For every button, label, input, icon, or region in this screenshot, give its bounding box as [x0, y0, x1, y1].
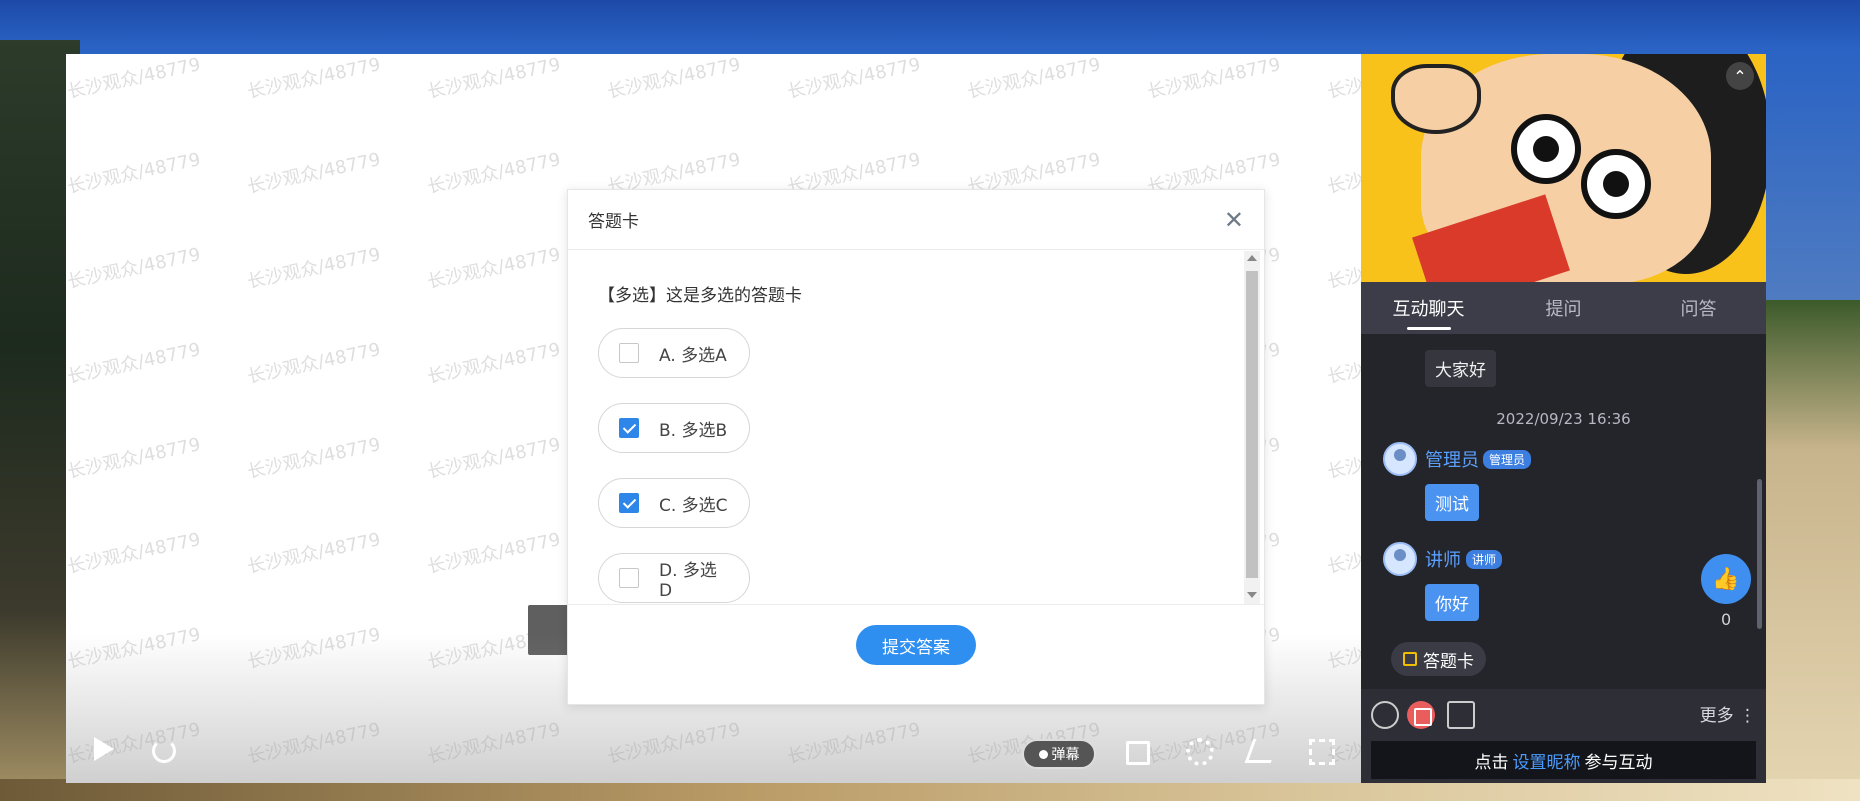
watermark-text: 长沙观众/48779 — [66, 339, 203, 388]
modal-body: 【多选】这是多选的答题卡 A. 多选A B. 多选B C. 多选C D. 多选D — [568, 251, 1264, 604]
chat-message: 大家好 — [1425, 350, 1496, 387]
more-label: 更多 — [1699, 706, 1734, 726]
watermark-text: 长沙观众/48779 — [425, 149, 563, 198]
scroll-down-icon[interactable] — [1247, 592, 1257, 598]
modal-footer: 提交答案 — [568, 604, 1264, 706]
close-icon[interactable]: ✕ — [1224, 208, 1244, 232]
side-tabs: 互动聊天 提问 问答 — [1361, 282, 1766, 334]
modal-header: 答题卡 ✕ — [568, 190, 1264, 250]
settings-gear-icon[interactable] — [1186, 738, 1214, 766]
watermark-text: 长沙观众/48779 — [66, 244, 203, 293]
tab-interactive-chat[interactable]: 互动聊天 — [1361, 282, 1496, 334]
option-a-label: A. 多选A — [659, 345, 727, 366]
join-interaction-bar[interactable]: 点击 设置昵称 参与互动 — [1371, 741, 1756, 779]
checkbox-a[interactable] — [619, 343, 639, 363]
lecturer-badge: 讲师 — [1466, 550, 1503, 569]
modal-scrollbar[interactable] — [1244, 251, 1260, 604]
admin-badge: 管理员 — [1483, 450, 1532, 469]
emoji-icon[interactable] — [1371, 701, 1399, 729]
checkbox-d[interactable] — [619, 568, 639, 588]
note-icon — [1403, 652, 1417, 666]
submit-answer-button[interactable]: 提交答案 — [856, 625, 976, 665]
avatar — [1383, 542, 1417, 576]
play-icon[interactable] — [94, 737, 114, 761]
refresh-icon[interactable] — [152, 739, 176, 763]
watermark-text: 长沙观众/48779 — [245, 244, 383, 293]
lecturer-video-thumbnail: ⌃ — [1361, 54, 1766, 282]
cartoon-hand — [1391, 64, 1481, 134]
option-b[interactable]: B. 多选B — [598, 403, 750, 453]
chat-scrollbar[interactable] — [1757, 479, 1762, 629]
watermark-text: 长沙观众/48779 — [245, 434, 383, 483]
like-button[interactable]: 👍 — [1701, 554, 1751, 604]
danmu-label: 弹幕 — [1051, 747, 1080, 763]
watermark-text: 长沙观众/48779 — [1325, 244, 1361, 293]
like-count: 0 — [1721, 610, 1732, 629]
scroll-up-icon[interactable] — [1247, 255, 1257, 261]
checkbox-b[interactable] — [619, 418, 639, 438]
watermark-text: 长沙观众/48779 — [425, 529, 563, 578]
watermark-text: 长沙观众/48779 — [1145, 54, 1283, 103]
danmu-toggle[interactable]: 弹幕 — [1022, 739, 1096, 769]
watermark-text: 长沙观众/48779 — [785, 54, 923, 103]
avatar — [1383, 442, 1417, 476]
answer-card-chip-label: 答题卡 — [1423, 651, 1474, 672]
scroll-thumb[interactable] — [1246, 271, 1258, 578]
question-text: 【多选】这是多选的答题卡 — [598, 286, 802, 306]
chat-message: 你好 — [1425, 584, 1479, 621]
option-a[interactable]: A. 多选A — [598, 328, 750, 378]
option-b-label: B. 多选B — [659, 420, 728, 441]
chat-list[interactable]: 大家好 2022/09/23 16:36 管理员 管理员 测试 讲师 讲师 你好 — [1361, 334, 1766, 689]
fullscreen-icon[interactable] — [1309, 739, 1335, 765]
watermark-text: 长沙观众/48779 — [66, 529, 203, 578]
gift-icon[interactable] — [1407, 701, 1435, 729]
watermark-text: 长沙观众/48779 — [66, 434, 203, 483]
watermark-text: 长沙观众/48779 — [66, 54, 203, 103]
modal-title: 答题卡 — [588, 212, 639, 232]
watermark-text: 长沙观众/48779 — [425, 434, 563, 483]
set-nickname-link[interactable]: 设置昵称 — [1513, 748, 1581, 773]
collapse-up-button[interactable]: ⌃ — [1726, 62, 1754, 90]
watermark-text: 长沙观众/48779 — [66, 149, 203, 198]
chat-timestamp: 2022/09/23 16:36 — [1496, 410, 1631, 428]
cartoon-eye-right — [1581, 149, 1651, 219]
clipboard-icon[interactable] — [1447, 701, 1475, 729]
watermark-text: 长沙观众/48779 — [1325, 529, 1361, 578]
option-d[interactable]: D. 多选D — [598, 553, 750, 603]
watermark-text: 长沙观众/48779 — [1325, 54, 1361, 103]
lecturer-name[interactable]: 讲师 — [1425, 546, 1461, 572]
chat-message: 测试 — [1425, 484, 1479, 521]
watermark-text: 长沙观众/48779 — [1325, 434, 1361, 483]
watermark-text: 长沙观众/48779 — [245, 339, 383, 388]
watermark-text: 长沙观众/48779 — [1325, 339, 1361, 388]
option-c[interactable]: C. 多选C — [598, 478, 750, 528]
watermark-text: 长沙观众/48779 — [425, 339, 563, 388]
watermark-text: 长沙观众/48779 — [1325, 149, 1361, 198]
side-panel: ⌃ 互动聊天 提问 问答 大家好 2022/09/23 16:36 管理员 管理… — [1361, 54, 1766, 783]
answer-card-modal: 答题卡 ✕ 【多选】这是多选的答题卡 A. 多选A B. 多选B C. 多选C … — [567, 189, 1265, 705]
chat-input-bar: 更多 ⋮ 点击 设置昵称 参与互动 — [1361, 689, 1766, 783]
cartoon-eye-left — [1511, 114, 1581, 184]
background-right — [1750, 300, 1860, 801]
option-c-label: C. 多选C — [659, 495, 728, 516]
tab-question[interactable]: 提问 — [1496, 282, 1631, 334]
volume-icon[interactable] — [1126, 741, 1150, 765]
checkbox-c[interactable] — [619, 493, 639, 513]
join-prefix: 点击 — [1474, 752, 1509, 773]
watermark-text: 长沙观众/48779 — [245, 54, 383, 103]
join-suffix: 参与互动 — [1584, 752, 1653, 773]
toggle-dot-icon — [1038, 749, 1048, 759]
answer-card-chip[interactable]: 答题卡 — [1391, 642, 1486, 676]
admin-name[interactable]: 管理员 — [1425, 446, 1479, 472]
more-menu[interactable]: 更多 ⋮ — [1700, 701, 1756, 726]
watermark-text: 长沙观众/48779 — [245, 149, 383, 198]
watermark-text: 长沙观众/48779 — [425, 54, 563, 103]
tab-qa[interactable]: 问答 — [1631, 282, 1766, 334]
watermark-text: 长沙观众/48779 — [605, 54, 743, 103]
watermark-text: 长沙观众/48779 — [425, 244, 563, 293]
option-d-label: D. 多选D — [659, 560, 717, 601]
watermark-text: 长沙观众/48779 — [245, 529, 383, 578]
watermark-text: 长沙观众/48779 — [965, 54, 1103, 103]
